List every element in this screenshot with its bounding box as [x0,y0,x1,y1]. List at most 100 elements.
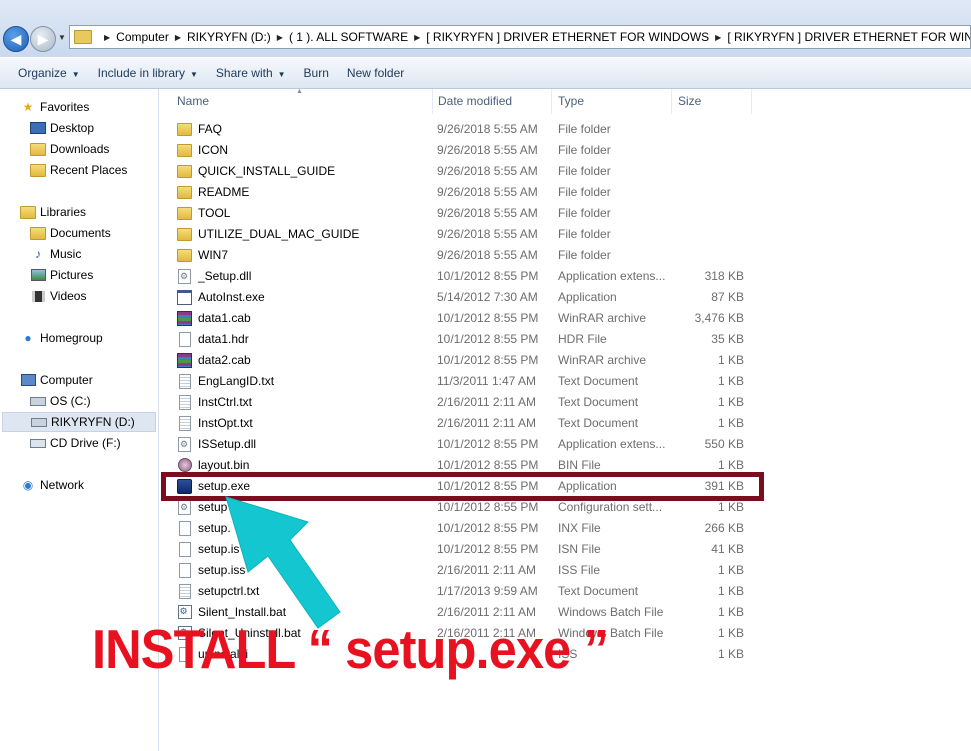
breadcrumb-item-computer[interactable]: Computer [116,30,169,44]
drive-icon [31,415,47,429]
chevron-right-icon[interactable]: ▶ [715,33,721,42]
file-row[interactable]: setup.is 10/1/2012 8:55 PM ISN File 41 KB [171,539,771,560]
folder-icon [177,248,192,262]
column-header-date[interactable]: Date modified [432,89,552,114]
breadcrumb[interactable]: ▶ Computer ▶ RIKYRYFN (D:) ▶ ( 1 ). ALL … [69,25,971,49]
back-button[interactable]: ◀ [3,26,29,52]
chevron-right-icon[interactable]: ▶ [175,33,181,42]
file-row[interactable]: setup 10/1/2012 8:55 PM Configuration sett… [171,497,771,518]
doc-file-icon [177,331,192,347]
command-toolbar: Organize ▼ Include in library ▼ Share with… [0,58,971,89]
nav-rikyryfn-drive[interactable]: RIKYRYFN (D:) [2,412,156,432]
file-row[interactable]: UTILIZE_DUAL_MAC_GUIDE 9/26/2018 5:55 AM F… [171,224,771,245]
file-name: AutoInst.exe [198,290,265,304]
folder-icon [177,164,192,178]
chevron-right-icon[interactable]: ▶ [277,33,283,42]
burn-button[interactable]: Burn [304,66,329,80]
nav-computer[interactable]: Computer [20,370,93,390]
file-name: setup. [198,521,231,535]
file-row[interactable]: _Setup.dll 10/1/2012 8:55 PM Application e… [171,266,771,287]
file-name: ICON [198,143,228,157]
nav-homegroup[interactable]: ● Homegroup [20,328,103,348]
file-type: File folder [558,122,611,136]
file-row[interactable]: InstOpt.txt 2/16/2011 2:11 AM Text Documen… [171,413,771,434]
nav-downloads[interactable]: Downloads [30,139,109,159]
file-name: EngLangID.txt [198,374,275,388]
rar-file-icon [177,352,192,368]
file-row[interactable]: setup.iss 2/16/2011 2:11 AM ISS File 1 KB [171,560,771,581]
file-type: Application [558,479,617,493]
file-type: File folder [558,143,611,157]
file-date: 9/26/2018 5:55 AM [437,122,538,136]
file-size: 1 KB [717,647,744,661]
forward-button[interactable]: ▶ [30,26,56,52]
nav-cd-drive[interactable]: CD Drive (F:) [30,433,121,453]
setup-file-icon [177,478,192,494]
file-row[interactable]: ICON 9/26/2018 5:55 AM File folder [171,140,771,161]
column-header-size[interactable]: Size [672,89,752,114]
file-name: _Setup.dll [198,269,252,283]
back-arrow-icon: ◀ [10,30,22,47]
nav-pictures[interactable]: Pictures [30,265,93,285]
file-size: 550 KB [704,437,744,451]
chevron-right-icon[interactable]: ▶ [104,33,110,42]
file-row[interactable]: setup. 10/1/2012 8:55 PM INX File 266 KB [171,518,771,539]
file-type: File folder [558,185,611,199]
file-date: 10/1/2012 8:55 PM [437,500,539,514]
nav-network[interactable]: ◉ Network [20,475,84,495]
file-row[interactable]: FAQ 9/26/2018 5:55 AM File folder [171,119,771,140]
drive-icon [30,394,46,408]
doc-file-icon [177,520,192,536]
file-row[interactable]: InstCtrl.txt 2/16/2011 2:11 AM Text Docume… [171,392,771,413]
recent-pages-dropdown-icon[interactable]: ▼ [58,33,66,42]
libraries-icon [20,205,36,219]
file-row[interactable]: AutoInst.exe 5/14/2012 7:30 AM Application… [171,287,771,308]
file-row[interactable]: TOOL 9/26/2018 5:55 AM File folder [171,203,771,224]
txt-file-icon [177,583,192,599]
nav-label: Downloads [50,142,110,156]
nav-label: Recent Places [50,163,128,177]
include-in-library-button[interactable]: Include in library ▼ [98,66,198,80]
breadcrumb-item-driver-folder[interactable]: [ RIKYRYFN ] DRIVER ETHERNET FOR WINDOWS [426,30,709,44]
new-folder-button[interactable]: New folder [347,66,404,80]
nav-recent-places[interactable]: Recent Places [30,160,127,180]
file-row[interactable]: setupctrl.txt 1/17/2013 9:59 AM Text Docum… [171,581,771,602]
network-icon: ◉ [22,478,34,492]
nav-label: Homegroup [40,331,103,345]
nav-label: Computer [40,373,93,387]
file-row[interactable]: ISSetup.dll 10/1/2012 8:55 PM Application … [171,434,771,455]
chevron-right-icon[interactable]: ▶ [414,33,420,42]
breadcrumb-item-drive[interactable]: RIKYRYFN (D:) [187,30,271,44]
chevron-down-icon: ▼ [71,70,80,79]
file-size: 87 KB [711,290,744,304]
nav-label: Favorites [40,100,90,114]
file-row[interactable]: layout.bin 10/1/2012 8:55 PM BIN File 1 KB [171,455,771,476]
organize-button[interactable]: Organize ▼ [18,66,80,80]
rar-file-icon [177,310,192,326]
nav-videos[interactable]: Videos [30,286,86,306]
file-date: 1/17/2013 9:59 AM [437,584,538,598]
nav-label: RIKYRYFN (D:) [51,415,135,429]
nav-documents[interactable]: Documents [30,223,111,243]
share-with-button[interactable]: Share with ▼ [216,66,286,80]
breadcrumb-item-all-software[interactable]: ( 1 ). ALL SOFTWARE [289,30,408,44]
file-row[interactable]: data1.hdr 10/1/2012 8:55 PM HDR File 35 KB [171,329,771,350]
nav-libraries[interactable]: Libraries [20,202,86,222]
breadcrumb-item-driver-subfolder[interactable]: [ RIKYRYFN ] DRIVER ETHERNET FOR WINDOWS [727,30,970,44]
nav-desktop[interactable]: Desktop [30,118,94,138]
dll-file-icon [177,268,192,284]
file-row[interactable]: EngLangID.txt 11/3/2011 1:47 AM Text Docum… [171,371,771,392]
file-row[interactable]: setup.exe 10/1/2012 8:55 PM Application 391… [171,476,771,497]
file-row[interactable]: data2.cab 10/1/2012 8:55 PM WinRAR archive… [171,350,771,371]
nav-favorites[interactable]: ★ Favorites [20,97,90,117]
file-date: 9/26/2018 5:55 AM [437,164,538,178]
file-row[interactable]: QUICK_INSTALL_GUIDE 9/26/2018 5:55 AM File… [171,161,771,182]
file-date: 10/1/2012 8:55 PM [437,437,539,451]
nav-music[interactable]: ♪ Music [30,244,81,264]
file-row[interactable]: WIN7 9/26/2018 5:55 AM File folder [171,245,771,266]
file-row[interactable]: data1.cab 10/1/2012 8:55 PM WinRAR archive… [171,308,771,329]
nav-os-drive[interactable]: OS (C:) [30,391,91,411]
file-name: data2.cab [198,353,251,367]
column-header-type[interactable]: Type [552,89,672,114]
file-row[interactable]: README 9/26/2018 5:55 AM File folder [171,182,771,203]
